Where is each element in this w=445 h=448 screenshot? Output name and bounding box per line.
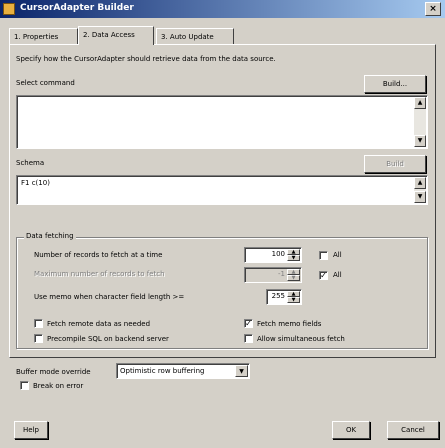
simultaneous-fetch-checkbox[interactable] <box>244 334 253 343</box>
select-command-scrollbar[interactable]: ▲ ▼ <box>414 97 426 147</box>
fetch-remote-label: Fetch remote data as needed <box>47 320 151 328</box>
records-per-fetch-spinner[interactable]: 100 ▲ ▼ <box>244 247 302 263</box>
fetch-memo-label: Fetch memo fields <box>257 320 322 328</box>
ok-button[interactable]: OK <box>332 421 370 439</box>
break-on-error-checkbox[interactable] <box>20 381 29 390</box>
precompile-sql-label: Precompile SQL on backend server <box>47 335 169 343</box>
memo-threshold-label: Use memo when character field length >= <box>34 293 185 301</box>
close-button[interactable]: × <box>425 2 441 16</box>
select-build-button[interactable]: Build... <box>364 75 426 93</box>
max-records-all-label: All <box>333 271 342 279</box>
max-records-spinner[interactable]: -1 ▲ ▼ <box>244 267 302 283</box>
schema-build-button[interactable]: Build <box>364 155 426 173</box>
spin-down-icon[interactable]: ▼ <box>287 275 300 281</box>
schema-value: F1 c(10) <box>21 179 50 187</box>
scroll-down-arrow-icon[interactable]: ▼ <box>414 191 426 203</box>
description-text: Specify how the CursorAdapter should ret… <box>16 55 276 63</box>
records-per-fetch-all-label: All <box>333 251 342 259</box>
select-command-label: Select command <box>16 79 75 87</box>
records-per-fetch-value: 100 <box>271 250 285 258</box>
precompile-sql-checkbox[interactable] <box>34 334 43 343</box>
tab-data-access[interactable]: 2. Data Access <box>78 26 154 45</box>
chevron-down-icon[interactable]: ▼ <box>235 365 248 377</box>
help-button[interactable]: Help <box>14 421 48 439</box>
max-records-label: Maximum number of records to fetch <box>34 270 165 278</box>
buffer-mode-value: Optimistic row buffering <box>120 367 205 375</box>
schema-scrollbar[interactable]: ▲ ▼ <box>414 177 426 203</box>
select-command-textarea[interactable]: ▲ ▼ <box>16 95 428 149</box>
spin-down-icon[interactable]: ▼ <box>287 255 300 261</box>
cancel-button[interactable]: Cancel <box>387 421 439 439</box>
fetch-remote-checkbox[interactable] <box>34 319 43 328</box>
spin-down-icon[interactable]: ▼ <box>287 297 300 303</box>
simultaneous-fetch-label: Allow simultaneous fetch <box>257 335 345 343</box>
memo-threshold-spinner[interactable]: 255 ▲ ▼ <box>266 289 302 305</box>
memo-threshold-value: 255 <box>271 292 285 300</box>
schema-textarea[interactable]: F1 c(10) ▲ ▼ <box>16 175 428 205</box>
max-records-all-checkbox[interactable]: ✓ <box>319 271 328 280</box>
fetch-memo-checkbox[interactable]: ✓ <box>244 319 253 328</box>
buffer-mode-select[interactable]: Optimistic row buffering ▼ <box>116 363 250 379</box>
schema-label: Schema <box>16 159 45 167</box>
break-on-error-label: Break on error <box>33 382 84 390</box>
scroll-up-arrow-icon[interactable]: ▲ <box>414 97 426 109</box>
buffer-mode-label: Buffer mode override <box>16 368 91 376</box>
max-records-value: -1 <box>278 270 285 278</box>
scroll-down-arrow-icon[interactable]: ▼ <box>414 135 426 147</box>
data-fetching-title: Data fetching <box>24 232 76 240</box>
window-title: CursorAdapter Builder <box>20 3 134 13</box>
scroll-up-arrow-icon[interactable]: ▲ <box>414 177 426 189</box>
records-per-fetch-all-checkbox[interactable] <box>319 251 328 260</box>
tab-auto-update[interactable]: 3. Auto Update <box>156 28 234 45</box>
app-icon <box>3 3 15 15</box>
tab-properties[interactable]: 1. Properties <box>9 28 78 45</box>
records-per-fetch-label: Number of records to fetch at a time <box>34 251 163 259</box>
